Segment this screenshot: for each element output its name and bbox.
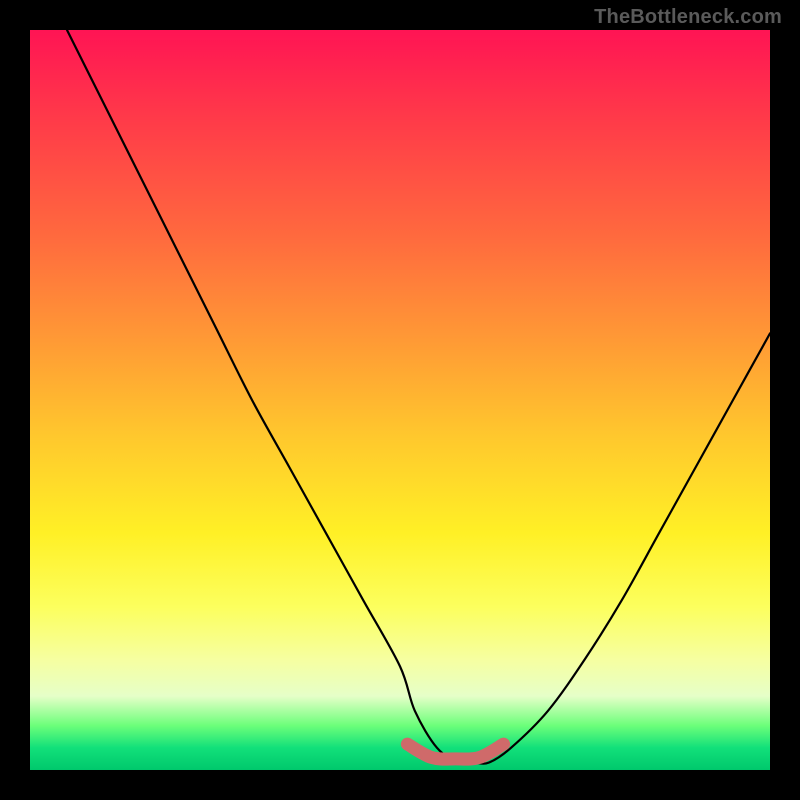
curve-overlay: [30, 30, 770, 770]
plot-area: [30, 30, 770, 770]
trough-highlight: [407, 744, 503, 759]
watermark-text: TheBottleneck.com: [594, 6, 782, 29]
bottleneck-curve: [67, 30, 770, 764]
chart-frame: TheBottleneck.com: [0, 0, 800, 800]
